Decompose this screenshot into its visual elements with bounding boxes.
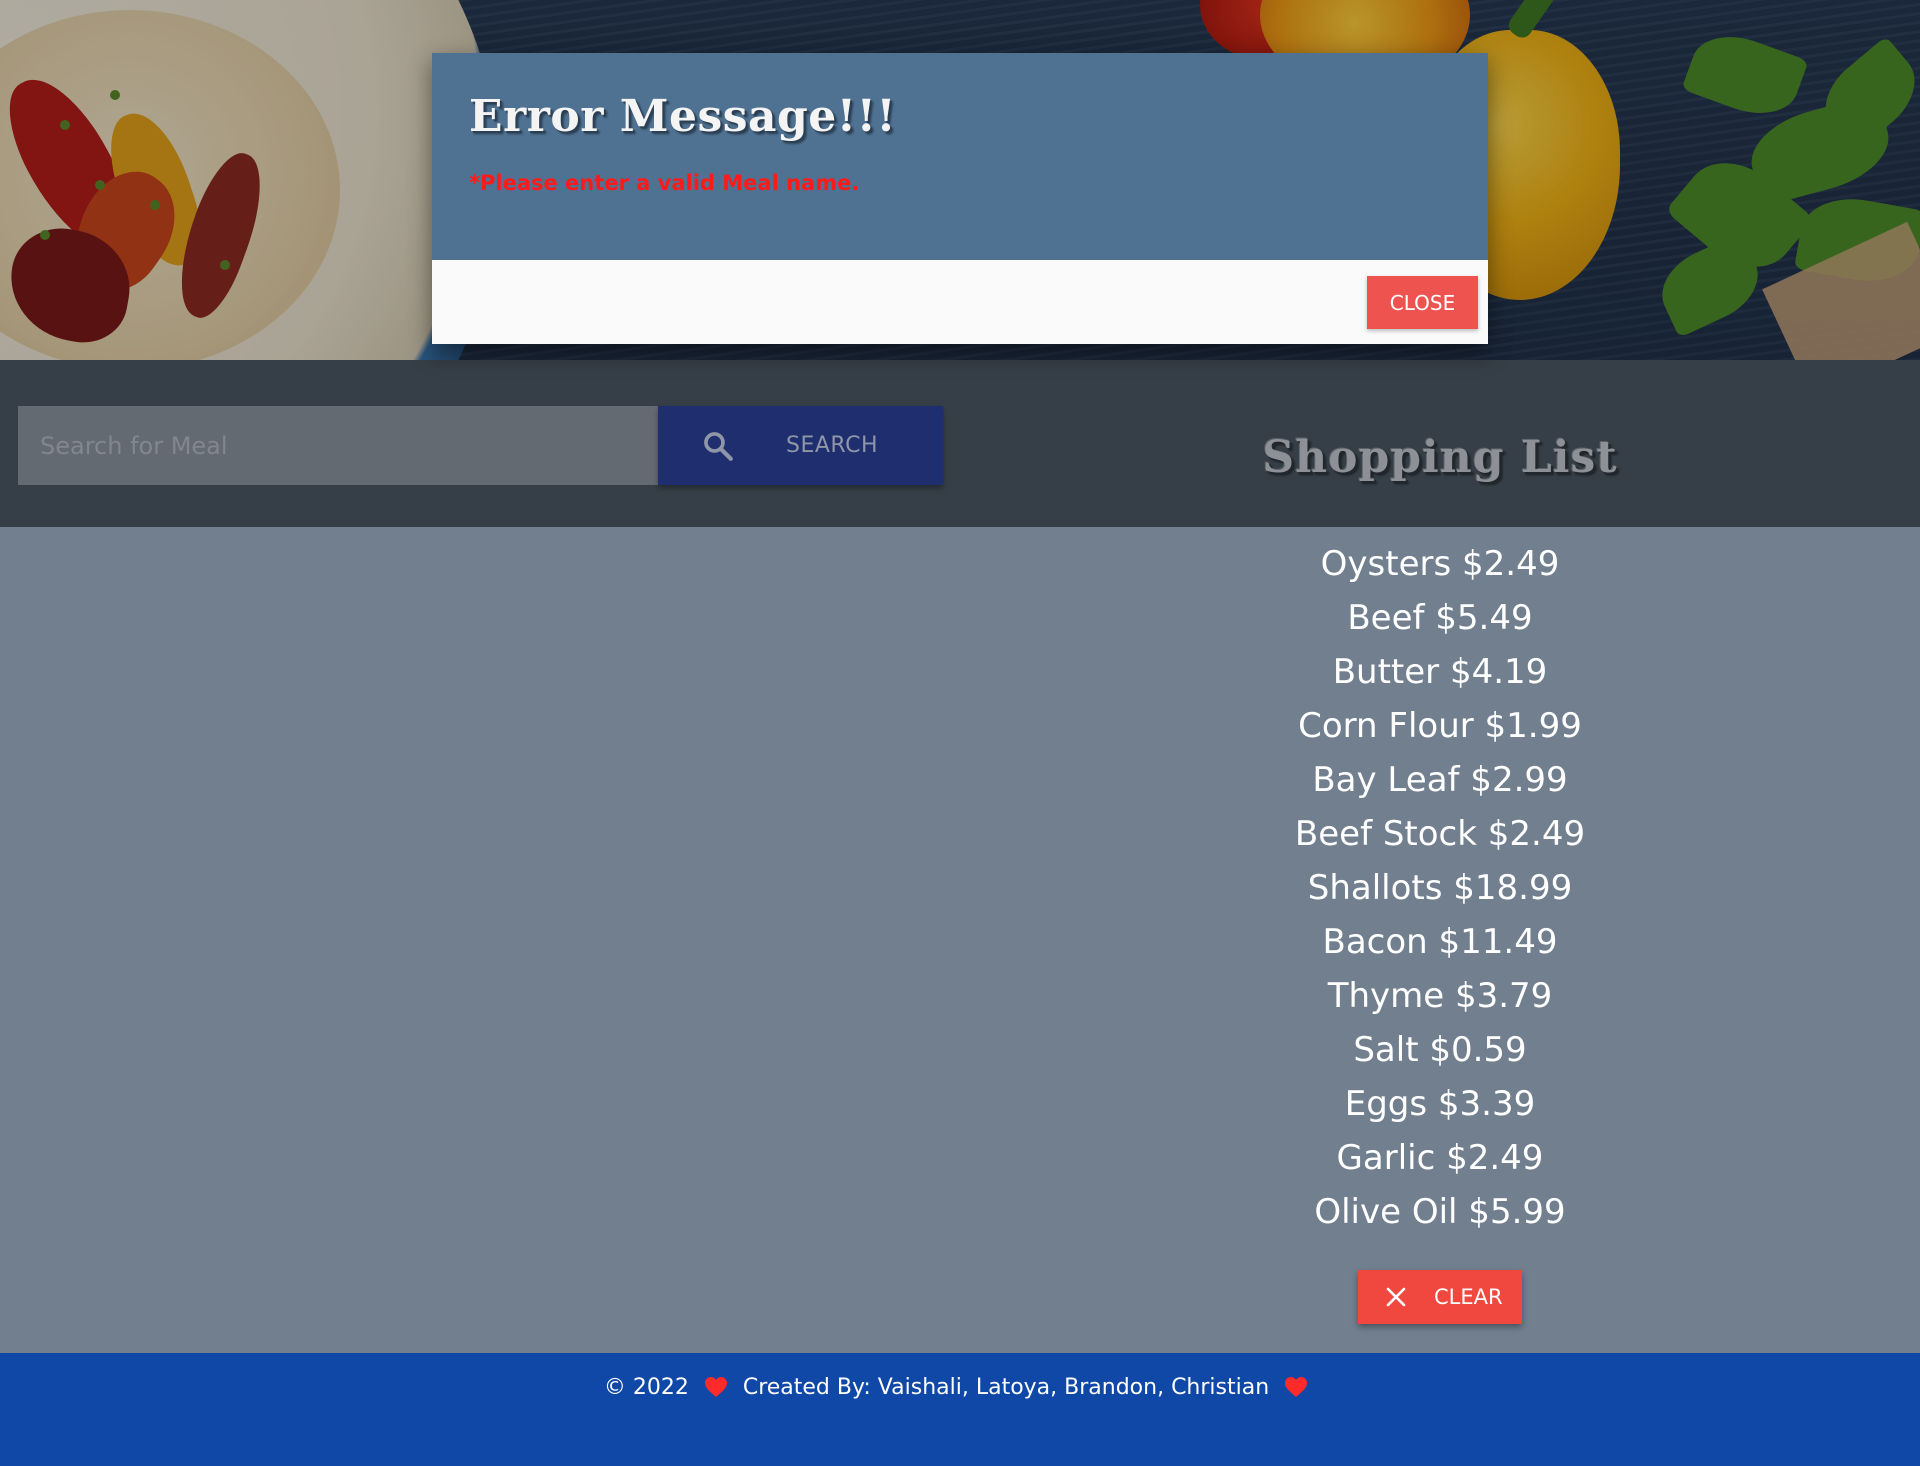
shopping-list: Oysters $2.49 Beef $5.49 Butter $4.19 Co… <box>1240 537 1640 1239</box>
error-modal: Error Message!!! *Please enter a valid M… <box>432 53 1488 344</box>
list-item: Shallots $18.99 <box>1307 868 1573 908</box>
modal-footer: CLOSE <box>432 260 1488 344</box>
list-item: Corn Flour $1.99 <box>1298 706 1582 746</box>
footer-copyright: © 2022 <box>603 1375 689 1400</box>
heart-icon <box>704 1377 727 1397</box>
modal-title: Error Message!!! <box>469 91 897 142</box>
shopping-list-section: Oysters $2.49 Beef $5.49 Butter $4.19 Co… <box>0 527 1920 1353</box>
search-input[interactable] <box>18 406 658 485</box>
modal-content: Error Message!!! *Please enter a valid M… <box>432 53 1488 260</box>
list-item: Bay Leaf $2.99 <box>1312 760 1568 800</box>
list-item: Garlic $2.49 <box>1336 1138 1544 1178</box>
clear-button[interactable]: CLEAR <box>1358 1270 1522 1324</box>
list-item: Thyme $3.79 <box>1327 976 1553 1016</box>
list-item: Beef $5.49 <box>1347 598 1533 638</box>
error-message: *Please enter a valid Meal name. <box>469 171 860 195</box>
heart-icon <box>1285 1377 1308 1397</box>
list-item: Olive Oil $5.99 <box>1314 1192 1566 1232</box>
footer-credits: Created By: Vaishali, Latoya, Brandon, C… <box>742 1375 1270 1400</box>
clear-button-label: CLEAR <box>1434 1285 1503 1309</box>
search-button-label: SEARCH <box>786 433 879 458</box>
shopping-list-title: Shopping List <box>1262 432 1618 483</box>
search-icon <box>704 432 733 461</box>
close-button[interactable]: CLOSE <box>1367 276 1478 329</box>
list-item: Bacon $11.49 <box>1322 922 1558 962</box>
list-item: Beef Stock $2.49 <box>1294 814 1586 854</box>
footer: © 2022 Created By: Vaishali, Latoya, Bra… <box>0 1353 1920 1466</box>
search-button[interactable]: SEARCH <box>658 406 943 485</box>
list-item: Eggs $3.39 <box>1344 1084 1536 1124</box>
list-item: Oysters $2.49 <box>1320 544 1560 584</box>
list-item: Salt $0.59 <box>1353 1030 1527 1070</box>
footer-credits-line: © 2022 Created By: Vaishali, Latoya, Bra… <box>0 1375 1920 1400</box>
close-icon <box>1386 1287 1406 1307</box>
search-section: SEARCH Shopping List <box>0 360 1920 527</box>
list-item: Butter $4.19 <box>1332 652 1548 692</box>
